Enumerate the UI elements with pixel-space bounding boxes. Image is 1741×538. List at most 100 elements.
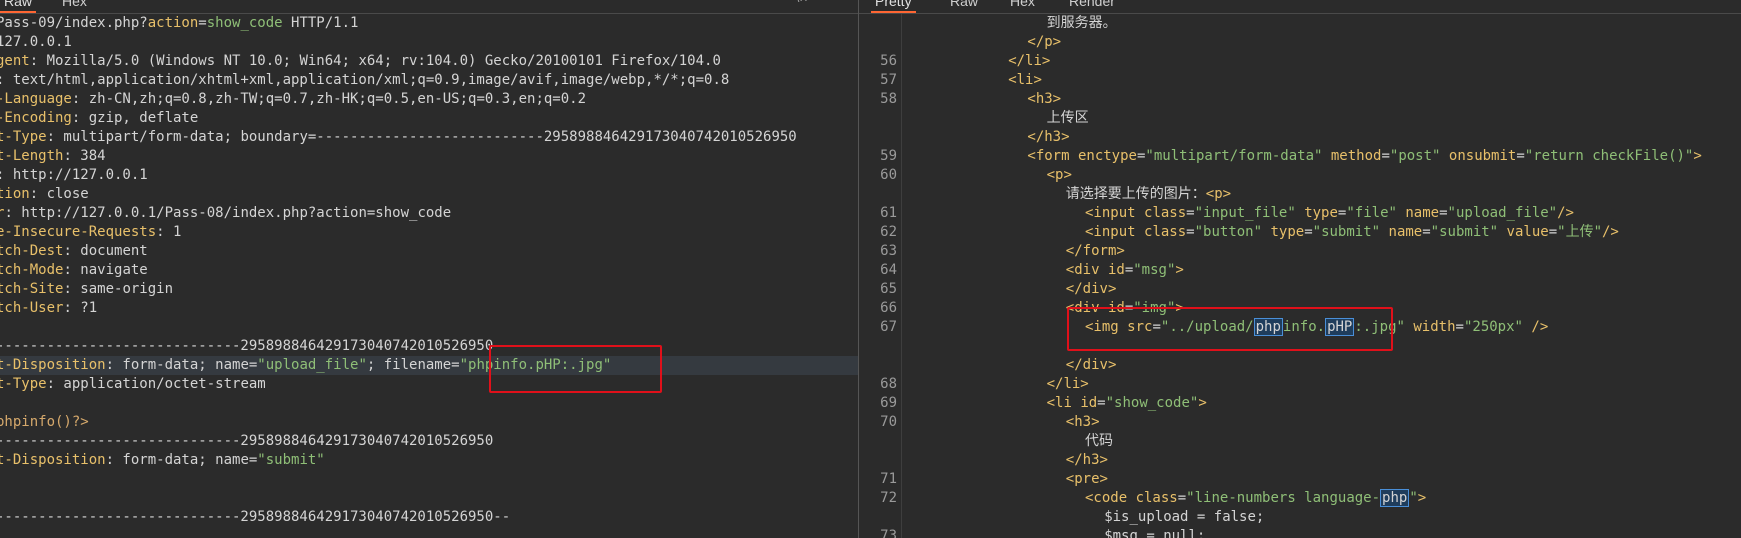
code-token: </li> xyxy=(1046,376,1089,392)
code-token: "upload_file" xyxy=(257,357,367,373)
code-line: 上传区 xyxy=(1047,109,1089,128)
code-token: = xyxy=(1304,224,1313,240)
code-token: -Encoding xyxy=(0,110,72,126)
code-token: "line-numbers language- xyxy=(1186,490,1381,506)
code-token: t-Length xyxy=(0,148,64,164)
code-token: tch-Dest xyxy=(0,243,64,259)
code-token: <div xyxy=(1065,262,1108,278)
code-token: tion xyxy=(0,186,30,202)
code-token: : 1 xyxy=(156,224,182,240)
line-number xyxy=(859,14,897,33)
code-token: = xyxy=(1381,148,1390,164)
code-token: : zh-CN,zh;q=0.8,zh-TW;q=0.7,zh-HK;q=0.5… xyxy=(71,91,587,107)
code-token: 到服务器。 xyxy=(1046,15,1117,31)
code-line: </p> xyxy=(1027,33,1061,52)
code-token: -----------------------------29589884642… xyxy=(0,509,511,525)
newline-toggle-icon[interactable]: \n xyxy=(795,0,808,5)
code-token: /> xyxy=(1522,319,1549,335)
code-token: > xyxy=(1417,490,1427,506)
line-number: 68 xyxy=(880,376,897,392)
code-line: phpinfo()?> xyxy=(0,413,89,432)
code-token: = xyxy=(198,15,207,31)
code-token: t-Disposition xyxy=(0,357,106,373)
line-number xyxy=(859,451,897,470)
tab-pretty[interactable]: Pretty xyxy=(871,0,916,13)
tab-hex[interactable]: Hex xyxy=(62,0,87,13)
code-token: : http://127.0.0.1/Pass-08/index.php?act… xyxy=(4,205,452,221)
line-number xyxy=(859,33,897,52)
line-number: 63 xyxy=(880,243,897,259)
request-tab-bar: Raw Hex ≡ \n ≡ xyxy=(0,0,858,14)
line-number: 67 xyxy=(880,319,897,335)
code-token: <p> xyxy=(1046,167,1072,183)
code-token: "input_file" xyxy=(1194,205,1296,221)
code-token: "msg" xyxy=(1133,262,1176,278)
code-token: gent xyxy=(0,53,30,69)
search-match: php xyxy=(1380,489,1410,507)
code-line: <pre> xyxy=(1066,470,1108,489)
code-token: $is_upload = false; xyxy=(1104,509,1265,525)
tab-hex-response[interactable]: Hex xyxy=(1010,0,1035,13)
pretty-print-icon[interactable]: ≡ xyxy=(763,0,774,5)
code-line: <li> xyxy=(1008,71,1042,90)
tab-raw[interactable]: Raw xyxy=(0,0,37,13)
code-line: </li> xyxy=(1008,52,1050,71)
code-line: Pass-09/index.php?action=show_code HTTP/… xyxy=(0,14,358,33)
code-token: </div> xyxy=(1065,357,1117,373)
code-token: </h3> xyxy=(1027,129,1070,145)
code-token: : ?1 xyxy=(63,300,98,316)
code-token: 127.0.0.1 xyxy=(0,34,72,50)
code-token: : navigate xyxy=(63,262,148,278)
code-line: <input class="button" type="submit" name… xyxy=(1085,223,1619,242)
code-token: Pass-09/index.php? xyxy=(0,15,148,31)
code-token: class xyxy=(1135,490,1178,506)
line-number xyxy=(859,337,897,356)
code-line: -Encoding: gzip, deflate xyxy=(0,109,198,128)
code-line: -Language: zh-CN,zh;q=0.8,zh-TW;q=0.7,zh… xyxy=(0,90,586,109)
code-line: <code class="line-numbers language-php "> xyxy=(1085,489,1426,508)
code-token: HTTP/1.1 xyxy=(282,15,359,31)
code-line: </div> xyxy=(1066,356,1117,375)
code-token: tch-Site xyxy=(0,281,64,297)
line-number: 66 xyxy=(880,300,897,316)
code-token: : Mozilla/5.0 (Windows NT 10.0; Win64; x… xyxy=(29,53,721,69)
line-number: 72 xyxy=(880,490,897,506)
line-number: 59 xyxy=(880,148,897,164)
code-line: </h3> xyxy=(1027,128,1069,147)
code-token: -----------------------------29589884642… xyxy=(0,338,494,354)
code-token: : form-data; name= xyxy=(105,452,258,468)
code-line: -----------------------------29589884642… xyxy=(0,508,510,527)
code-token: t-Type xyxy=(0,129,47,145)
code-line: e-Insecure-Requests: 1 xyxy=(0,223,181,242)
code-token: tch-User xyxy=(0,300,64,316)
line-number: 57 xyxy=(880,72,897,88)
line-number xyxy=(859,432,897,451)
code-token: </p> xyxy=(1027,34,1062,50)
code-line: $is_upload = false; xyxy=(1104,508,1264,527)
line-gutter xyxy=(901,14,902,538)
code-token: <p> xyxy=(1205,186,1232,202)
highlight-box-img-src xyxy=(1067,307,1393,351)
code-token: : text/html,application/xhtml+xml,applic… xyxy=(0,72,730,88)
code-token: : same-origin xyxy=(63,281,174,297)
tab-raw-response[interactable]: Raw xyxy=(950,0,978,13)
code-token: type xyxy=(1270,224,1305,240)
code-token: 代码 xyxy=(1085,433,1113,449)
code-line: $msg = null; xyxy=(1104,527,1205,538)
code-token: name xyxy=(1388,224,1423,240)
line-number: 65 xyxy=(880,281,897,297)
code-token: /> xyxy=(1602,224,1619,240)
line-number: 73 xyxy=(880,528,897,538)
code-line: </li> xyxy=(1047,375,1089,394)
code-token: : http://127.0.0.1 xyxy=(0,167,148,183)
code-token: phpinfo()?> xyxy=(0,414,89,430)
menu-icon[interactable]: ≡ xyxy=(828,0,839,5)
line-number xyxy=(859,128,897,147)
request-pane: Raw Hex ≡ \n ≡ Pass-09/index.php?action=… xyxy=(0,0,859,538)
tab-render[interactable]: Render xyxy=(1069,0,1115,13)
highlight-box-filename xyxy=(489,345,662,393)
